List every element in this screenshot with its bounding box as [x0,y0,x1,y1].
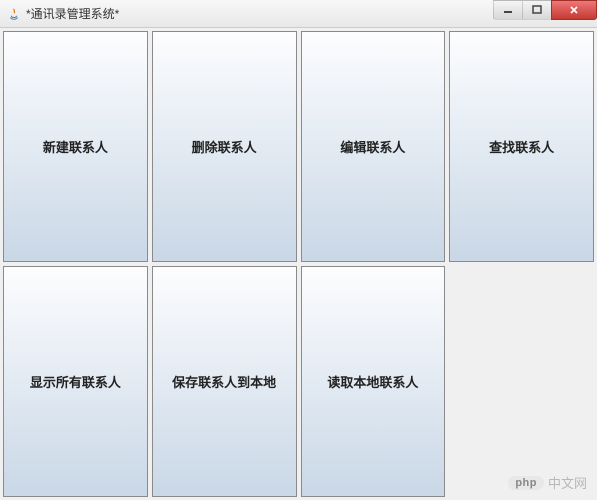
main-grid: 新建联系人 删除联系人 编辑联系人 查找联系人 显示所有联系人 保存联系人到本地… [0,28,597,500]
watermark-text: 中文网 [548,473,587,492]
delete-contact-button[interactable]: 删除联系人 [152,31,297,262]
button-label: 读取本地联系人 [327,372,418,391]
button-label: 删除联系人 [192,137,257,156]
minimize-button[interactable] [493,0,523,20]
find-contact-button[interactable]: 查找联系人 [449,31,594,262]
show-all-contacts-button[interactable]: 显示所有联系人 [3,266,148,497]
button-label: 查找联系人 [489,137,554,156]
watermark-badge: php [508,476,544,490]
close-button[interactable] [551,0,597,20]
java-icon [6,6,22,22]
titlebar: *通讯录管理系统* [0,0,597,28]
window-controls [494,0,597,22]
button-label: 新建联系人 [43,137,108,156]
watermark: php 中文网 [508,473,587,492]
save-contacts-button[interactable]: 保存联系人到本地 [152,266,297,497]
window-title: *通讯录管理系统* [26,5,119,22]
maximize-button[interactable] [522,0,552,20]
load-contacts-button[interactable]: 读取本地联系人 [301,266,446,497]
button-label: 保存联系人到本地 [172,372,276,391]
edit-contact-button[interactable]: 编辑联系人 [301,31,446,262]
button-label: 显示所有联系人 [30,372,121,391]
new-contact-button[interactable]: 新建联系人 [3,31,148,262]
button-label: 编辑联系人 [340,137,405,156]
